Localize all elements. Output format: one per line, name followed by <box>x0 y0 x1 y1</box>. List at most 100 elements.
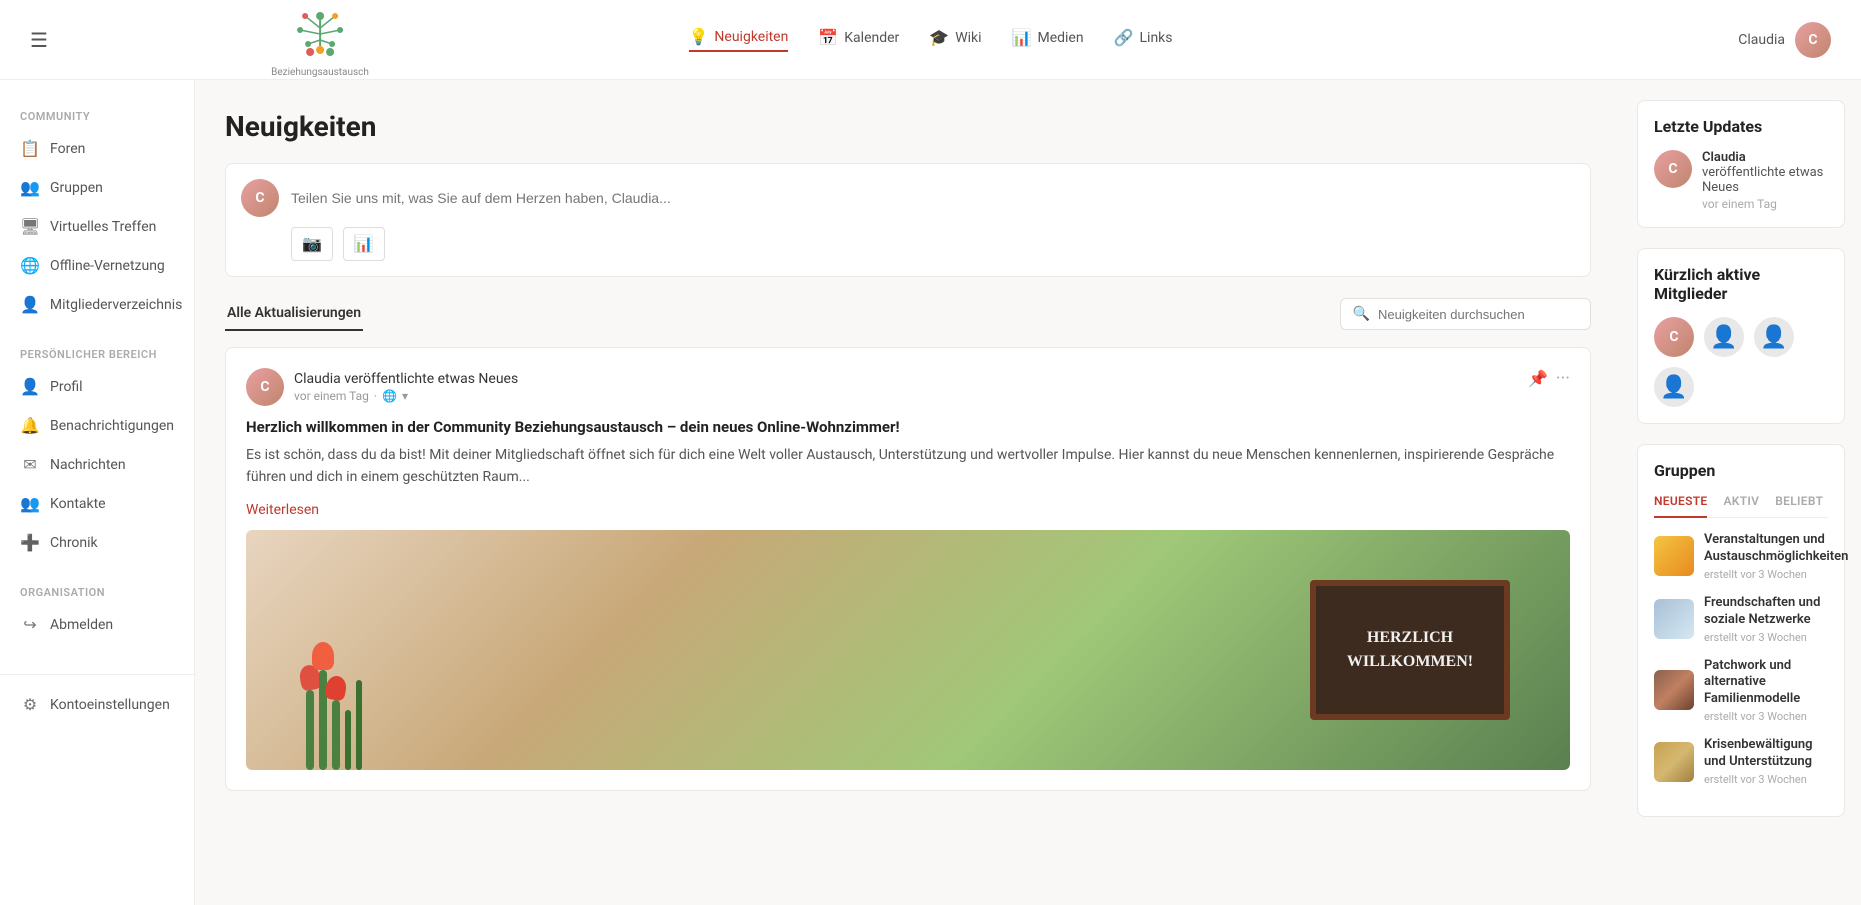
members-title: Kürzlich aktive Mitglieder <box>1654 265 1828 303</box>
header-right: Claudia C <box>1738 22 1831 58</box>
group-name-4: Krisenbewältigung und Unterstützung <box>1704 737 1828 771</box>
group-item-1[interactable]: Veranstaltungen und Austauschmöglichkeit… <box>1654 532 1828 581</box>
groups-tab-aktiv[interactable]: AKTIV <box>1723 494 1759 509</box>
post-author-row: C Claudia veröffentlichte etwas Neues vo… <box>246 368 518 406</box>
nav-links[interactable]: 🔗 Links <box>1114 28 1173 51</box>
update-item: C Claudia veröffentlichte etwas Neues vo… <box>1654 150 1828 211</box>
filter-tabs: Alle Aktualisierungen <box>225 297 383 331</box>
sidebar-item-chronik[interactable]: ➕ Chronik <box>0 523 194 562</box>
personal-section-label: PERSÖNLICHER BEREICH <box>0 338 194 367</box>
chart-button[interactable]: 📊 <box>343 227 385 261</box>
updates-widget: Letzte Updates C Claudia veröffentlichte… <box>1637 100 1845 228</box>
nav-wiki[interactable]: 🎓 Wiki <box>929 28 981 51</box>
content-area: Neuigkeiten C 📷 📊 Alle Aktualisierungen … <box>195 80 1621 905</box>
group-item-3[interactable]: Patchwork und alternative Familienmodell… <box>1654 658 1828 724</box>
nav-neuigkeiten-icon: 💡 <box>689 27 709 46</box>
sidebar-item-mitgliederverzeichnis[interactable]: 👤 Mitgliederverzeichnis <box>0 285 194 324</box>
top-header: ☰ <box>0 0 1861 80</box>
nav-wiki-icon: 🎓 <box>929 28 949 47</box>
member-claudia[interactable]: C <box>1654 317 1694 357</box>
update-avatar: C <box>1654 150 1692 188</box>
foren-icon: 📋 <box>20 139 40 158</box>
nav-medien-icon: 📊 <box>1012 28 1032 47</box>
main-layout: COMMUNITY 📋 Foren 👥 Gruppen 🖥 Virtuelles… <box>0 80 1861 905</box>
logo-svg <box>290 10 350 65</box>
post-input-field[interactable] <box>291 190 1575 206</box>
sidebar: COMMUNITY 📋 Foren 👥 Gruppen 🖥 Virtuelles… <box>0 80 195 905</box>
group-item-2[interactable]: Freundschaften und soziale Netzwerke ers… <box>1654 595 1828 644</box>
update-text: Claudia veröffentlichte etwas Neues <box>1702 150 1828 195</box>
header-left: ☰ <box>30 28 48 52</box>
ghost-person-icon-1: 👤 <box>1710 325 1737 350</box>
group-name-3: Patchwork und alternative Familienmodell… <box>1704 658 1828 709</box>
offline-icon: 🌐 <box>20 256 40 275</box>
post-header: C Claudia veröffentlichte etwas Neues vo… <box>246 368 1570 406</box>
search-icon: 🔍 <box>1353 306 1370 322</box>
page-title: Neuigkeiten <box>225 110 1591 143</box>
member-ghost-3[interactable]: 👤 <box>1654 367 1694 407</box>
post-body: Es ist schön, dass du da bist! Mit deine… <box>246 444 1570 489</box>
groups-tabs: NEUESTE AKTIV BELIEBT <box>1654 494 1828 518</box>
pin-icon[interactable]: 📌 <box>1528 369 1548 388</box>
sidebar-toggle-icon[interactable]: ☰ <box>30 28 48 52</box>
members-widget: Kürzlich aktive Mitglieder C 👤 👤 👤 <box>1637 248 1845 424</box>
photo-button[interactable]: 📷 <box>291 227 333 261</box>
nav-neuigkeiten[interactable]: 💡 Neuigkeiten <box>689 27 789 52</box>
post-input-box: C 📷 📊 <box>225 163 1591 277</box>
filter-tab-alle[interactable]: Alle Aktualisierungen <box>225 297 363 331</box>
post-title: Herzlich willkommen in der Community Bez… <box>246 418 1570 436</box>
group-meta-1: erstellt vor 3 Wochen <box>1704 568 1848 581</box>
virtuelles-icon: 🖥 <box>20 217 40 236</box>
blackboard: HERZLICH WILLKOMMEN! <box>1310 580 1510 720</box>
nav-medien[interactable]: 📊 Medien <box>1012 28 1084 51</box>
group-meta-3: erstellt vor 3 Wochen <box>1704 710 1828 723</box>
post-input-avatar: C <box>241 179 279 217</box>
group-meta-4: erstellt vor 3 Wochen <box>1704 773 1828 786</box>
ghost-person-icon-2: 👤 <box>1760 325 1787 350</box>
group-icon-krisen <box>1654 742 1694 782</box>
group-icon-patchwork <box>1654 670 1694 710</box>
sidebar-item-gruppen[interactable]: 👥 Gruppen <box>0 168 194 207</box>
sidebar-item-profil[interactable]: 👤 Profil <box>0 367 194 406</box>
filter-bar: Alle Aktualisierungen 🔍 <box>225 297 1591 331</box>
sidebar-item-offline-vernetzung[interactable]: 🌐 Offline-Vernetzung <box>0 246 194 285</box>
nav-kalender[interactable]: 📅 Kalender <box>818 28 899 51</box>
sidebar-item-nachrichten[interactable]: ✉ Nachrichten <box>0 445 194 484</box>
sidebar-item-kontoeinstellungen[interactable]: ⚙ Kontoeinstellungen <box>0 685 194 724</box>
group-meta-2: erstellt vor 3 Wochen <box>1704 631 1828 644</box>
group-name-1: Veranstaltungen und Austauschmöglichkeit… <box>1704 532 1848 566</box>
post-image: HERZLICH WILLKOMMEN! <box>246 530 1570 770</box>
post-actions-row: 📷 📊 <box>241 217 1575 261</box>
header-nav: 💡 Neuigkeiten 📅 Kalender 🎓 Wiki 📊 Medien… <box>689 27 1173 52</box>
group-name-2: Freundschaften und soziale Netzwerke <box>1704 595 1828 629</box>
nachrichten-icon: ✉ <box>20 455 40 474</box>
member-ghost-2[interactable]: 👤 <box>1754 317 1794 357</box>
members-row: C 👤 👤 👤 <box>1654 317 1828 407</box>
nav-kalender-icon: 📅 <box>818 28 838 47</box>
sidebar-item-benachrichtigungen[interactable]: 🔔 Benachrichtigungen <box>0 406 194 445</box>
gruppen-icon: 👥 <box>20 178 40 197</box>
sidebar-item-foren[interactable]: 📋 Foren <box>0 129 194 168</box>
member-ghost-1[interactable]: 👤 <box>1704 317 1744 357</box>
post-author-info: Claudia veröffentlichte etwas Neues vor … <box>294 371 518 403</box>
update-time: vor einem Tag <box>1702 197 1828 211</box>
groups-tab-neueste[interactable]: NEUESTE <box>1654 494 1707 518</box>
globe-icon: 🌐 <box>382 389 397 403</box>
right-sidebar: Letzte Updates C Claudia veröffentlichte… <box>1621 80 1861 905</box>
search-input[interactable] <box>1378 307 1578 322</box>
sidebar-item-abmelden[interactable]: ↪ Abmelden <box>0 605 194 644</box>
search-box: 🔍 <box>1340 298 1591 330</box>
post-author-name: Claudia veröffentlichte etwas Neues <box>294 371 518 387</box>
user-avatar[interactable]: C <box>1795 22 1831 58</box>
post-header-actions: 📌 ··· <box>1528 368 1570 389</box>
group-item-4[interactable]: Krisenbewältigung und Unterstützung erst… <box>1654 737 1828 786</box>
sidebar-item-kontakte[interactable]: 👥 Kontakte <box>0 484 194 523</box>
nav-links-icon: 🔗 <box>1114 28 1134 47</box>
dropdown-icon: ▾ <box>402 389 408 403</box>
group-icon-veranstaltungen <box>1654 536 1694 576</box>
post-meta: vor einem Tag · 🌐 ▾ <box>294 389 518 403</box>
more-options-icon[interactable]: ··· <box>1556 368 1570 389</box>
groups-tab-beliebt[interactable]: BELIEBT <box>1775 494 1823 509</box>
read-more-link[interactable]: Weiterlesen <box>246 502 319 518</box>
sidebar-item-virtuelles-treffen[interactable]: 🖥 Virtuelles Treffen <box>0 207 194 246</box>
